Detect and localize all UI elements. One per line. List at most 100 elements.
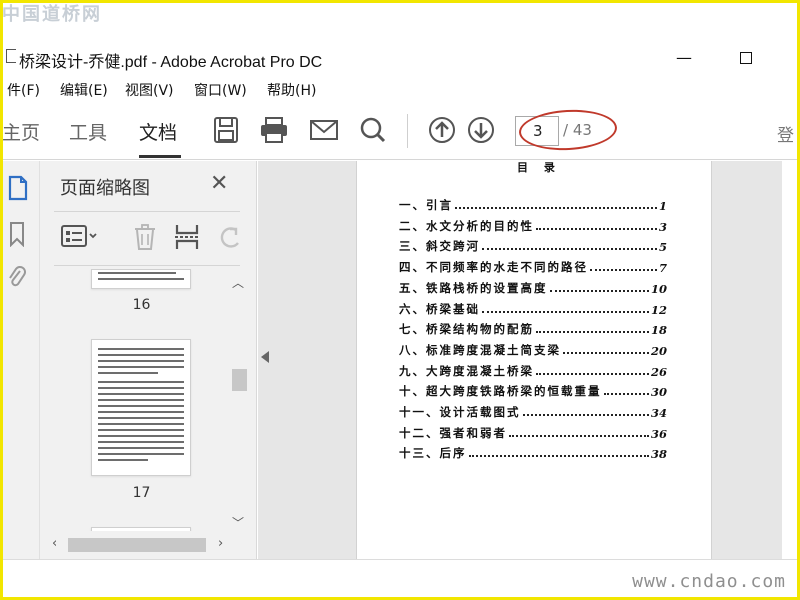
- print-icon[interactable]: [259, 116, 289, 148]
- toc-entry-title: 九、大跨度混凝土桥梁: [399, 363, 534, 378]
- toc-entry-title: 十一、设计活载图式: [399, 405, 521, 419]
- toc-leader-dots: [536, 227, 657, 230]
- tab-home[interactable]: 主页: [2, 118, 40, 145]
- right-edge: [782, 161, 797, 559]
- toc-entry-page: 38: [650, 447, 667, 462]
- watermark-bottom: www.cndao.com: [632, 571, 786, 592]
- menu-file[interactable]: 件(F): [7, 80, 40, 100]
- title-bar: 桥梁设计-乔健.pdf - Adobe Acrobat Pro DC —: [3, 44, 797, 74]
- tab-tools[interactable]: 工具: [69, 118, 107, 145]
- toc-leader-dots: [468, 455, 649, 458]
- toc-entry[interactable]: 十一、设计活载图式 34: [399, 404, 667, 420]
- toc-entry[interactable]: 一、引言 1: [399, 197, 667, 213]
- toc-leader-dots: [482, 248, 657, 251]
- toc-entry-title: 三、斜交跨河: [399, 239, 480, 254]
- menu-view[interactable]: 视图(V): [125, 80, 174, 100]
- document-viewer[interactable]: 目 录 一、引言 1 二、水文分析的目的性 3 三、斜交跨河 5 四、不同频率的水走不同的路…: [258, 161, 782, 559]
- rotate-icon[interactable]: [216, 223, 244, 255]
- toc-entry-title: 四、不同频率的水走不同的路径: [399, 260, 588, 275]
- toc-entry-title: 八、标准跨度混凝土简支梁: [399, 342, 561, 357]
- panel-divider: [54, 211, 240, 212]
- toc-entry-title: 十、超大跨度铁路桥梁的恒载重量: [399, 384, 602, 399]
- scroll-down-icon[interactable]: ﹀: [232, 514, 244, 531]
- search-icon[interactable]: [359, 116, 387, 148]
- toc-entry-title: 五、铁路栈桥的设置高度: [399, 280, 548, 295]
- toc-leader-dots: [522, 414, 649, 416]
- toc-leader-dots: [549, 289, 649, 292]
- toc-entry[interactable]: 九、大跨度混凝土桥梁 26: [399, 363, 667, 379]
- toc-entry-title: 二、水文分析的目的性: [399, 218, 534, 233]
- toc-leader-dots: [590, 269, 657, 272]
- toc-entry[interactable]: 十三、后序 38: [399, 445, 667, 461]
- toc-entry-title: 六、桥梁基础: [399, 301, 480, 316]
- toc-entry[interactable]: 六、桥梁基础 12: [399, 301, 667, 317]
- toc-entry[interactable]: 四、不同频率的水走不同的路径 7: [399, 259, 667, 275]
- scroll-left-icon[interactable]: ‹: [52, 536, 57, 551]
- page-up-icon[interactable]: [428, 116, 456, 148]
- extract-icon[interactable]: [173, 223, 201, 255]
- toc-entry-page: 3: [658, 219, 667, 234]
- toc-entry[interactable]: 八、标准跨度混凝土简支梁 20: [399, 342, 667, 358]
- toc-leader-dots: [536, 372, 649, 375]
- minimize-button[interactable]: —: [676, 48, 692, 67]
- save-icon[interactable]: [213, 116, 239, 148]
- scrollbar-thumb[interactable]: [232, 369, 247, 391]
- scroll-up-icon[interactable]: ︿: [232, 274, 244, 291]
- left-nav-rail: [3, 161, 40, 559]
- close-icon[interactable]: ✕: [210, 173, 228, 195]
- attachment-icon[interactable]: [8, 265, 26, 295]
- toc-entry-title: 七、桥梁结构物的配筋: [399, 322, 534, 337]
- thumbnail-options-icon[interactable]: [60, 223, 100, 253]
- toc-leader-dots: [563, 351, 649, 354]
- delete-icon[interactable]: [132, 223, 158, 255]
- toolbar-separator: [407, 114, 408, 148]
- maximize-button[interactable]: [740, 52, 752, 64]
- thumbnail-page-label: 16: [132, 297, 151, 313]
- document-icon: [6, 49, 16, 63]
- horizontal-scrollbar[interactable]: ‹ ›: [50, 536, 230, 553]
- email-icon[interactable]: [309, 116, 339, 148]
- toc-entry[interactable]: 三、斜交跨河 5: [399, 238, 667, 254]
- menu-window[interactable]: 窗口(W): [194, 80, 247, 100]
- vertical-scrollbar[interactable]: ︿ ﹀: [230, 272, 247, 534]
- scrollbar-thumb[interactable]: [68, 538, 206, 552]
- window-title: 桥梁设计-乔健.pdf - Adobe Acrobat Pro DC: [19, 54, 323, 71]
- page-down-icon[interactable]: [467, 116, 495, 148]
- toc-entry-title: 十二、强者和弱者: [399, 425, 507, 440]
- sign-in-partial[interactable]: 登: [777, 121, 794, 146]
- annotation-ellipse: [518, 107, 618, 153]
- thumbnail-page[interactable]: [91, 339, 191, 476]
- toc-entry-page: 7: [658, 261, 667, 276]
- toc-entry-page: 18: [650, 323, 667, 338]
- tab-document[interactable]: 文档: [139, 118, 177, 145]
- thumbnail-page-label: 17: [132, 485, 151, 501]
- toc-entry[interactable]: 五、铁路栈桥的设置高度 10: [399, 280, 667, 296]
- menu-help[interactable]: 帮助(H): [267, 80, 316, 100]
- toc-entry[interactable]: 二、水文分析的目的性 3: [399, 218, 667, 234]
- toc-leader-dots: [536, 331, 649, 334]
- toc-entry-page: 10: [650, 281, 667, 296]
- collapse-panel-icon[interactable]: [261, 351, 269, 363]
- page-thumbnails-icon[interactable]: [8, 175, 28, 205]
- toc-entry[interactable]: 七、桥梁结构物的配筋 18: [399, 321, 667, 337]
- toc-entry[interactable]: 十二、强者和弱者 36: [399, 425, 667, 441]
- thumbnail-page[interactable]: [91, 269, 191, 289]
- toc-leader-dots: [509, 434, 649, 437]
- pdf-page: 目 录 一、引言 1 二、水文分析的目的性 3 三、斜交跨河 5 四、不同频率的水走不同的路…: [356, 161, 712, 559]
- active-tab-indicator: [139, 155, 181, 158]
- panel-title: 页面缩略图: [60, 178, 150, 199]
- toc-entry-page: 26: [650, 364, 667, 379]
- toc-entry-title: 十三、后序: [399, 446, 467, 461]
- toc-entry[interactable]: 十、超大跨度铁路桥梁的恒载重量 30: [399, 383, 667, 399]
- panel-divider: [54, 265, 240, 266]
- thumbnail-page[interactable]: [91, 527, 191, 531]
- main-toolbar: 主页 工具 文档 3 / 43 登: [2, 104, 797, 160]
- toc-heading: 目 录: [517, 161, 561, 174]
- thumbnail-panel: 页面缩略图 ✕ 16 17 ︿ ﹀ ‹ ›: [40, 161, 257, 559]
- menu-edit[interactable]: 编辑(E): [60, 80, 108, 100]
- bookmark-icon[interactable]: [8, 221, 26, 251]
- toc-leader-dots: [455, 207, 657, 209]
- toc-leader-dots: [603, 393, 649, 396]
- scroll-right-icon[interactable]: ›: [218, 536, 223, 551]
- toc-entry-page: 1: [658, 199, 667, 213]
